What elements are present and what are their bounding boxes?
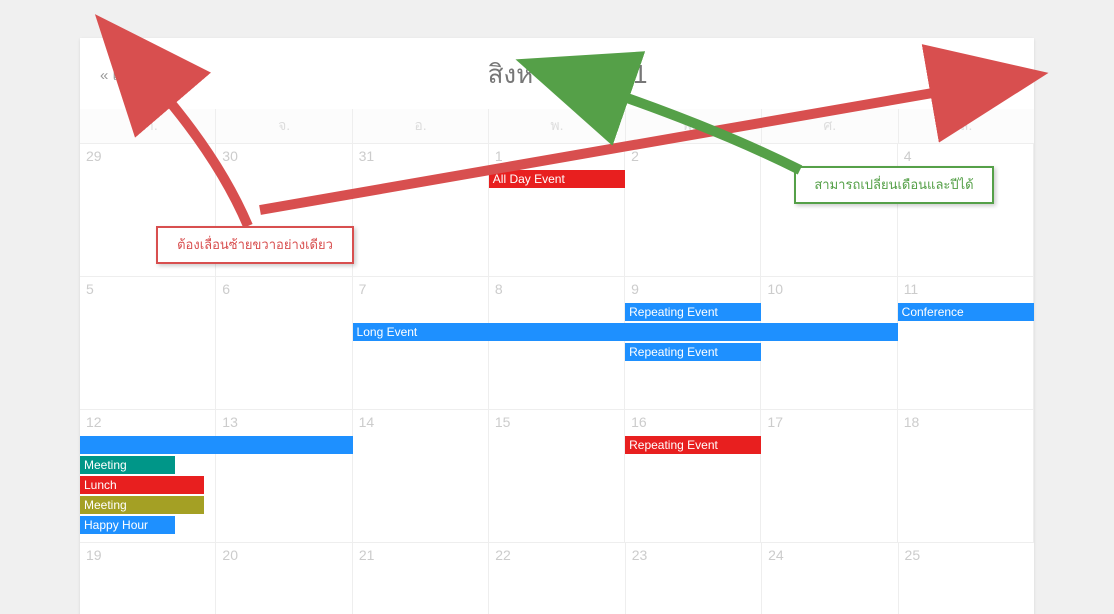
day-num: 11 [904, 281, 1027, 297]
day-num: 15 [495, 414, 618, 430]
day-cell[interactable]: 17 [761, 410, 897, 542]
annotation-green: สามารถเปลี่ยนเดือนและปีได้ [794, 166, 994, 204]
day-cell[interactable]: 23 [626, 543, 762, 614]
day-num: 3 [767, 148, 890, 164]
day-header-fri: ศ. [762, 109, 898, 143]
day-cell[interactable]: 16 [625, 410, 761, 542]
day-num: 16 [631, 414, 754, 430]
event-repeating[interactable]: Repeating Event [625, 343, 761, 361]
day-num: 22 [495, 547, 618, 563]
day-cell[interactable]: 19 [80, 543, 216, 614]
day-num: 6 [222, 281, 345, 297]
day-num: 18 [904, 414, 1027, 430]
day-cell[interactable]: 18 [898, 410, 1034, 542]
day-header-row: อา. จ. อ. พ. พฤ. ศ. ส. [80, 109, 1034, 143]
week-row: 12 13 14 15 16 17 18 Repeating Event Mee… [80, 409, 1034, 542]
day-cell[interactable]: 31 [353, 144, 489, 276]
day-cell[interactable]: 4 [898, 144, 1034, 276]
day-header-wed: พ. [489, 109, 625, 143]
week-row: 19 20 21 22 23 24 25 [80, 542, 1034, 614]
day-cell[interactable]: 21 [353, 543, 489, 614]
day-cell[interactable]: 2 [625, 144, 761, 276]
prev-month-link[interactable]: « เดือนก่อนหน้า [100, 63, 204, 87]
day-num: 31 [359, 148, 482, 164]
day-num: 19 [86, 547, 209, 563]
day-header-sun: อา. [80, 109, 216, 143]
day-num: 25 [905, 547, 1028, 563]
day-num: 17 [767, 414, 890, 430]
day-header-tue: อ. [353, 109, 489, 143]
day-cell[interactable]: 20 [216, 543, 352, 614]
day-cell[interactable]: 22 [489, 543, 625, 614]
day-header-thu: พฤ. [626, 109, 762, 143]
event-conference-cont[interactable] [80, 436, 353, 454]
day-num: 29 [86, 148, 209, 164]
day-num: 14 [359, 414, 482, 430]
day-num: 21 [359, 547, 482, 563]
event-all-day[interactable]: All Day Event [489, 170, 625, 188]
day-cell[interactable]: 7 [353, 277, 489, 409]
day-num: 4 [904, 148, 1027, 164]
event-happy-hour[interactable]: Happy Hour [80, 516, 175, 534]
calendar-header: « เดือนก่อนหน้า สิงหาคม 2561 เดือนถัดไป … [80, 38, 1034, 109]
event-meeting[interactable]: Meeting [80, 456, 175, 474]
day-num: 24 [768, 547, 891, 563]
day-num: 13 [222, 414, 345, 430]
day-num: 20 [222, 547, 345, 563]
day-cell[interactable]: 8 [489, 277, 625, 409]
day-num: 30 [222, 148, 345, 164]
next-month-link[interactable]: เดือนถัดไป » [931, 63, 1014, 87]
day-cell[interactable]: 15 [489, 410, 625, 542]
annotation-red: ต้องเลื่อนซ้ายขวาอย่างเดียว [156, 226, 354, 264]
day-num: 12 [86, 414, 209, 430]
day-header-mon: จ. [216, 109, 352, 143]
day-cell[interactable]: 24 [762, 543, 898, 614]
event-lunch[interactable]: Lunch [80, 476, 204, 494]
calendar-title[interactable]: สิงหาคม 2561 [488, 54, 648, 95]
day-cell[interactable]: 14 [353, 410, 489, 542]
day-num: 7 [359, 281, 482, 297]
event-repeating[interactable]: Repeating Event [625, 436, 761, 454]
week-row: 5 6 7 8 9 10 11 Repeating Event Conferen… [80, 276, 1034, 409]
day-cell[interactable]: 10 [761, 277, 897, 409]
calendar: « เดือนก่อนหน้า สิงหาคม 2561 เดือนถัดไป … [80, 38, 1034, 614]
event-conference[interactable]: Conference [898, 303, 1034, 321]
day-cell[interactable]: 1 [489, 144, 625, 276]
day-cell[interactable]: 3 [761, 144, 897, 276]
day-cell[interactable]: 6 [216, 277, 352, 409]
day-header-sat: ส. [899, 109, 1034, 143]
event-repeating[interactable]: Repeating Event [625, 303, 761, 321]
event-long[interactable]: Long Event [353, 323, 898, 341]
day-cell[interactable]: 11 [898, 277, 1034, 409]
event-meeting[interactable]: Meeting [80, 496, 204, 514]
day-num: 10 [767, 281, 890, 297]
day-cell[interactable]: 25 [899, 543, 1034, 614]
day-num: 9 [631, 281, 754, 297]
day-num: 2 [631, 148, 754, 164]
day-num: 8 [495, 281, 618, 297]
day-num: 5 [86, 281, 209, 297]
day-cell[interactable]: 5 [80, 277, 216, 409]
day-num: 23 [632, 547, 755, 563]
day-cell[interactable]: 13 [216, 410, 352, 542]
day-num: 1 [495, 148, 618, 164]
